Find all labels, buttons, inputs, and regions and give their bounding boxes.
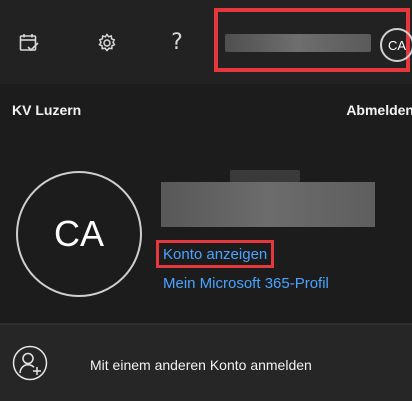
organization-name: KV Luzern: [12, 102, 82, 118]
header-bar: ? CA: [0, 0, 412, 84]
help-icon[interactable]: ?: [164, 30, 190, 56]
account-manager-panel: ? CA KV Luzern Abmelden CA Konto anzeige…: [0, 0, 412, 401]
switch-account-row[interactable]: Mit einem anderen Konto anmelden: [0, 325, 412, 401]
header-avatar[interactable]: CA: [380, 28, 412, 62]
gear-icon[interactable]: [94, 30, 120, 56]
avatar: CA: [16, 171, 142, 297]
view-account-link[interactable]: Konto anzeigen: [156, 240, 275, 268]
signout-link[interactable]: Abmelden: [346, 102, 412, 118]
switch-account-label: Mit einem anderen Konto anmelden: [90, 357, 312, 373]
calendar-check-icon[interactable]: [16, 30, 42, 56]
redacted-email: [161, 182, 375, 227]
add-person-icon: [12, 345, 48, 381]
profile-link[interactable]: Mein Microsoft 365-Profil: [163, 275, 329, 292]
redacted-name-bar: [225, 34, 371, 52]
redacted-name: [230, 170, 300, 182]
